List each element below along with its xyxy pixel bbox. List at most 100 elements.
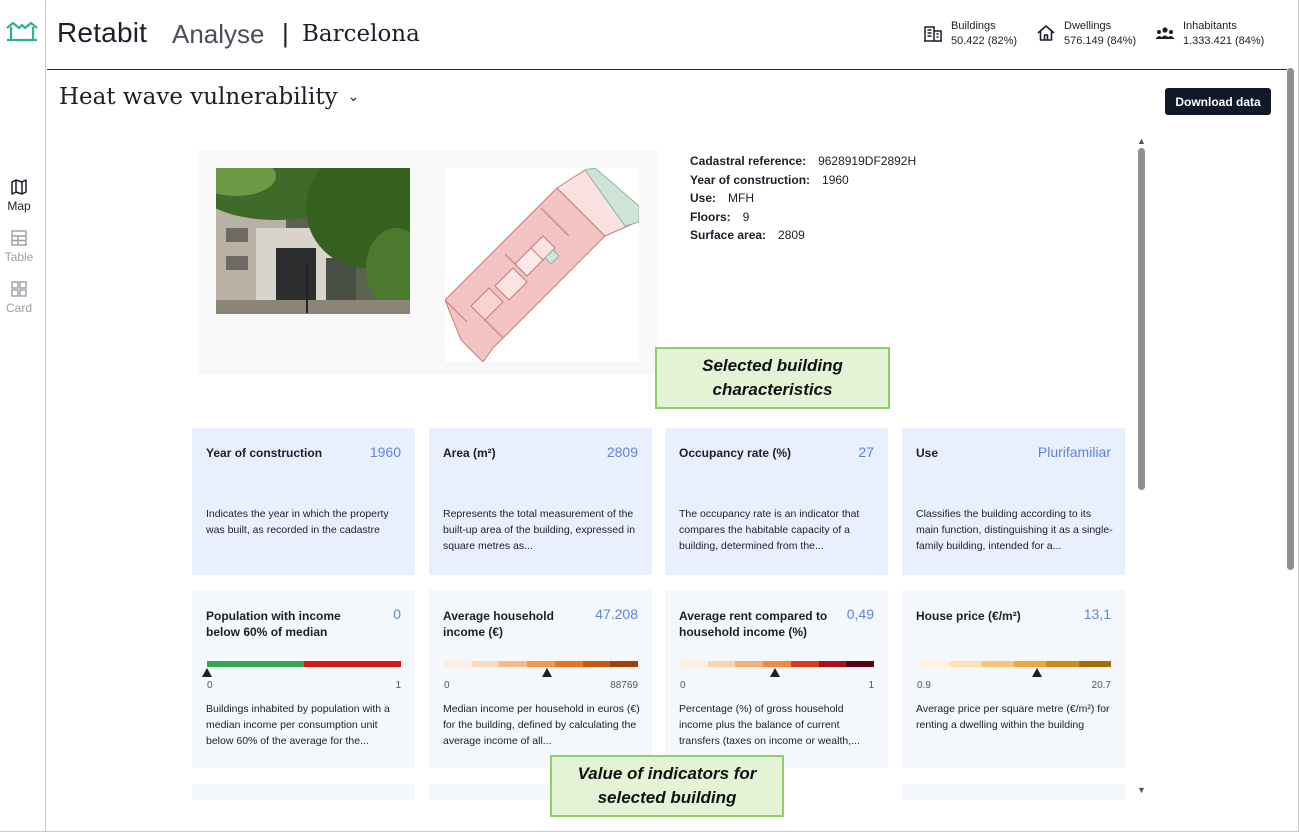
cadastral-reference-row: Cadastral reference: 9628919DF2892H	[690, 152, 916, 171]
scale-segment	[207, 661, 256, 667]
map-icon	[11, 179, 27, 195]
indicator-card[interactable]: Use Plurifamiliar Classifies the building …	[902, 428, 1125, 575]
use-row: Use: MFH	[690, 189, 916, 208]
page-scrollbar[interactable]	[1287, 68, 1294, 570]
indicator-card-description: Median income per household in euros (€)…	[443, 703, 640, 747]
indicator-card-description: The occupancy rate is an indicator that …	[679, 508, 860, 552]
stat-dwellings-label: Dwellings	[1064, 20, 1112, 32]
building-characteristics: Cadastral reference: 9628919DF2892H Year …	[690, 152, 916, 245]
cadastral-reference-value: 9628919DF2892H	[818, 154, 917, 168]
building-icon	[924, 26, 942, 42]
scale-min-label: 0	[680, 680, 686, 691]
scale-max-label: 1	[868, 680, 874, 691]
brand-name: Retabit	[57, 17, 148, 48]
scale-segment	[352, 661, 401, 667]
stat-buildings-label: Buildings	[951, 20, 996, 32]
use-label: Use:	[690, 191, 717, 205]
surface-value: 2809	[778, 228, 805, 242]
scroll-down-icon[interactable]: ▼	[1137, 785, 1146, 795]
content-scrollbar[interactable]	[1138, 148, 1145, 490]
scale-max-label: 1	[395, 680, 401, 691]
card-partial	[192, 784, 415, 800]
stat-dwellings: Dwellings 576.149 (84%)	[1036, 19, 1136, 49]
callout-characteristics: Selected building characteristics	[655, 347, 890, 409]
people-icon	[1155, 27, 1175, 39]
nav-table[interactable]: Table	[0, 229, 38, 264]
indicator-card-title: Population with income below 60% of medi…	[206, 609, 341, 639]
year-label: Year of construction:	[690, 172, 811, 187]
indicator-selector[interactable]: Heat wave vulnerability ⌄	[59, 84, 359, 110]
house-icon	[1037, 25, 1055, 41]
indicator-card[interactable]: Population with income below 60% of medi…	[192, 590, 415, 768]
scale-max-label: 20.7	[1091, 680, 1111, 691]
scale-segment	[1046, 661, 1079, 667]
scale-segment	[610, 661, 639, 667]
table-icon	[11, 230, 27, 246]
sidebar	[0, 0, 46, 832]
scale-segment	[981, 661, 1014, 667]
color-scale-bar	[917, 661, 1111, 667]
scale-segment	[735, 661, 764, 667]
year-row: Year of construction: 1960	[690, 171, 916, 190]
card-partial	[902, 784, 1125, 800]
indicator-card-title: Year of construction	[206, 446, 323, 460]
indicator-card-description: Average price per square metre (€/m²) fo…	[916, 703, 1110, 731]
indicator-card[interactable]: House price (€/m²) 13,1 0.9 20.7 Average pri…	[902, 590, 1125, 768]
scale-segment	[846, 661, 875, 667]
indicator-card[interactable]: Area (m²) 2809 Represents the total measur…	[429, 428, 652, 575]
indicator-card[interactable]: Year of construction 1960 Indicates the ye…	[192, 428, 415, 575]
scale-segment	[949, 661, 982, 667]
scale-segment	[680, 661, 708, 667]
nav-map[interactable]: Map	[0, 178, 38, 213]
scale-segment	[1078, 661, 1111, 667]
indicator-card-description: Classifies the building according to its…	[916, 508, 1113, 552]
indicator-card-value: Plurifamiliar	[1037, 444, 1111, 460]
surface-row: Surface area: 2809	[690, 226, 916, 245]
indicator-card[interactable]: Occupancy rate (%) 27 The occupancy rate i…	[665, 428, 888, 575]
color-scale-bar	[444, 661, 639, 667]
scale-segment	[444, 661, 472, 667]
building-floor-plan	[444, 167, 640, 363]
indicator-card-value: 13,1	[1083, 606, 1111, 622]
scale-segment	[499, 661, 528, 667]
scale-min-label: 0	[207, 680, 213, 691]
stat-inhabitants-value: 1.333.421 (84%)	[1183, 35, 1265, 47]
nav-card-label: Card	[5, 301, 32, 315]
value-marker-icon	[202, 668, 212, 677]
value-marker-icon	[770, 668, 781, 677]
indicator-card-description: Percentage (%) of gross household income…	[679, 703, 860, 747]
color-scale-bar	[680, 661, 875, 667]
brand-separator: |	[282, 18, 289, 48]
indicator-card-value: 47.208	[595, 606, 638, 622]
nav-card[interactable]: Card	[0, 280, 38, 315]
nav-table-label: Table	[4, 250, 34, 264]
indicator-card-value: 2809	[606, 444, 638, 460]
scale-segment	[554, 661, 583, 667]
stat-inhabitants: Inhabitants 1.333.421 (84%)	[1155, 19, 1264, 49]
surface-label: Surface area:	[690, 228, 767, 242]
callout-indicators: Value of indicators for selected buildin…	[550, 755, 784, 817]
indicator-card-value: 0	[393, 606, 401, 622]
scale-segment	[527, 661, 555, 667]
scale-segment	[790, 661, 819, 667]
indicator-card-title: Average household income (€)	[443, 609, 554, 639]
floors-row: Floors: 9	[690, 208, 916, 227]
scale-segment	[255, 661, 304, 667]
indicator-card-title: Area (m²)	[443, 446, 496, 460]
city-name[interactable]: Barcelona	[302, 21, 420, 47]
chevron-down-icon: ⌄	[347, 89, 360, 105]
indicator-card-description: Buildings inhabited by population with a…	[206, 703, 390, 747]
indicator-card-title: Use	[916, 446, 939, 460]
scale-min-label: 0	[444, 680, 450, 691]
stat-inhabitants-label: Inhabitants	[1183, 20, 1237, 32]
scale-segment	[707, 661, 736, 667]
indicator-card-value: 1960	[369, 444, 401, 460]
download-data-button[interactable]: Download data	[1165, 88, 1271, 115]
retabit-logo-icon	[6, 21, 38, 42]
brand-product: Analyse	[172, 19, 265, 49]
indicator-card[interactable]: Average household income (€) 47.208 0 88769…	[429, 590, 652, 768]
stat-buildings: Buildings 50.422 (82%)	[923, 19, 1017, 49]
indicator-card[interactable]: Average rent compared to household incom…	[665, 590, 888, 768]
indicator-card-title: House price (€/m²)	[916, 609, 1021, 623]
scroll-up-icon[interactable]: ▲	[1137, 136, 1146, 146]
